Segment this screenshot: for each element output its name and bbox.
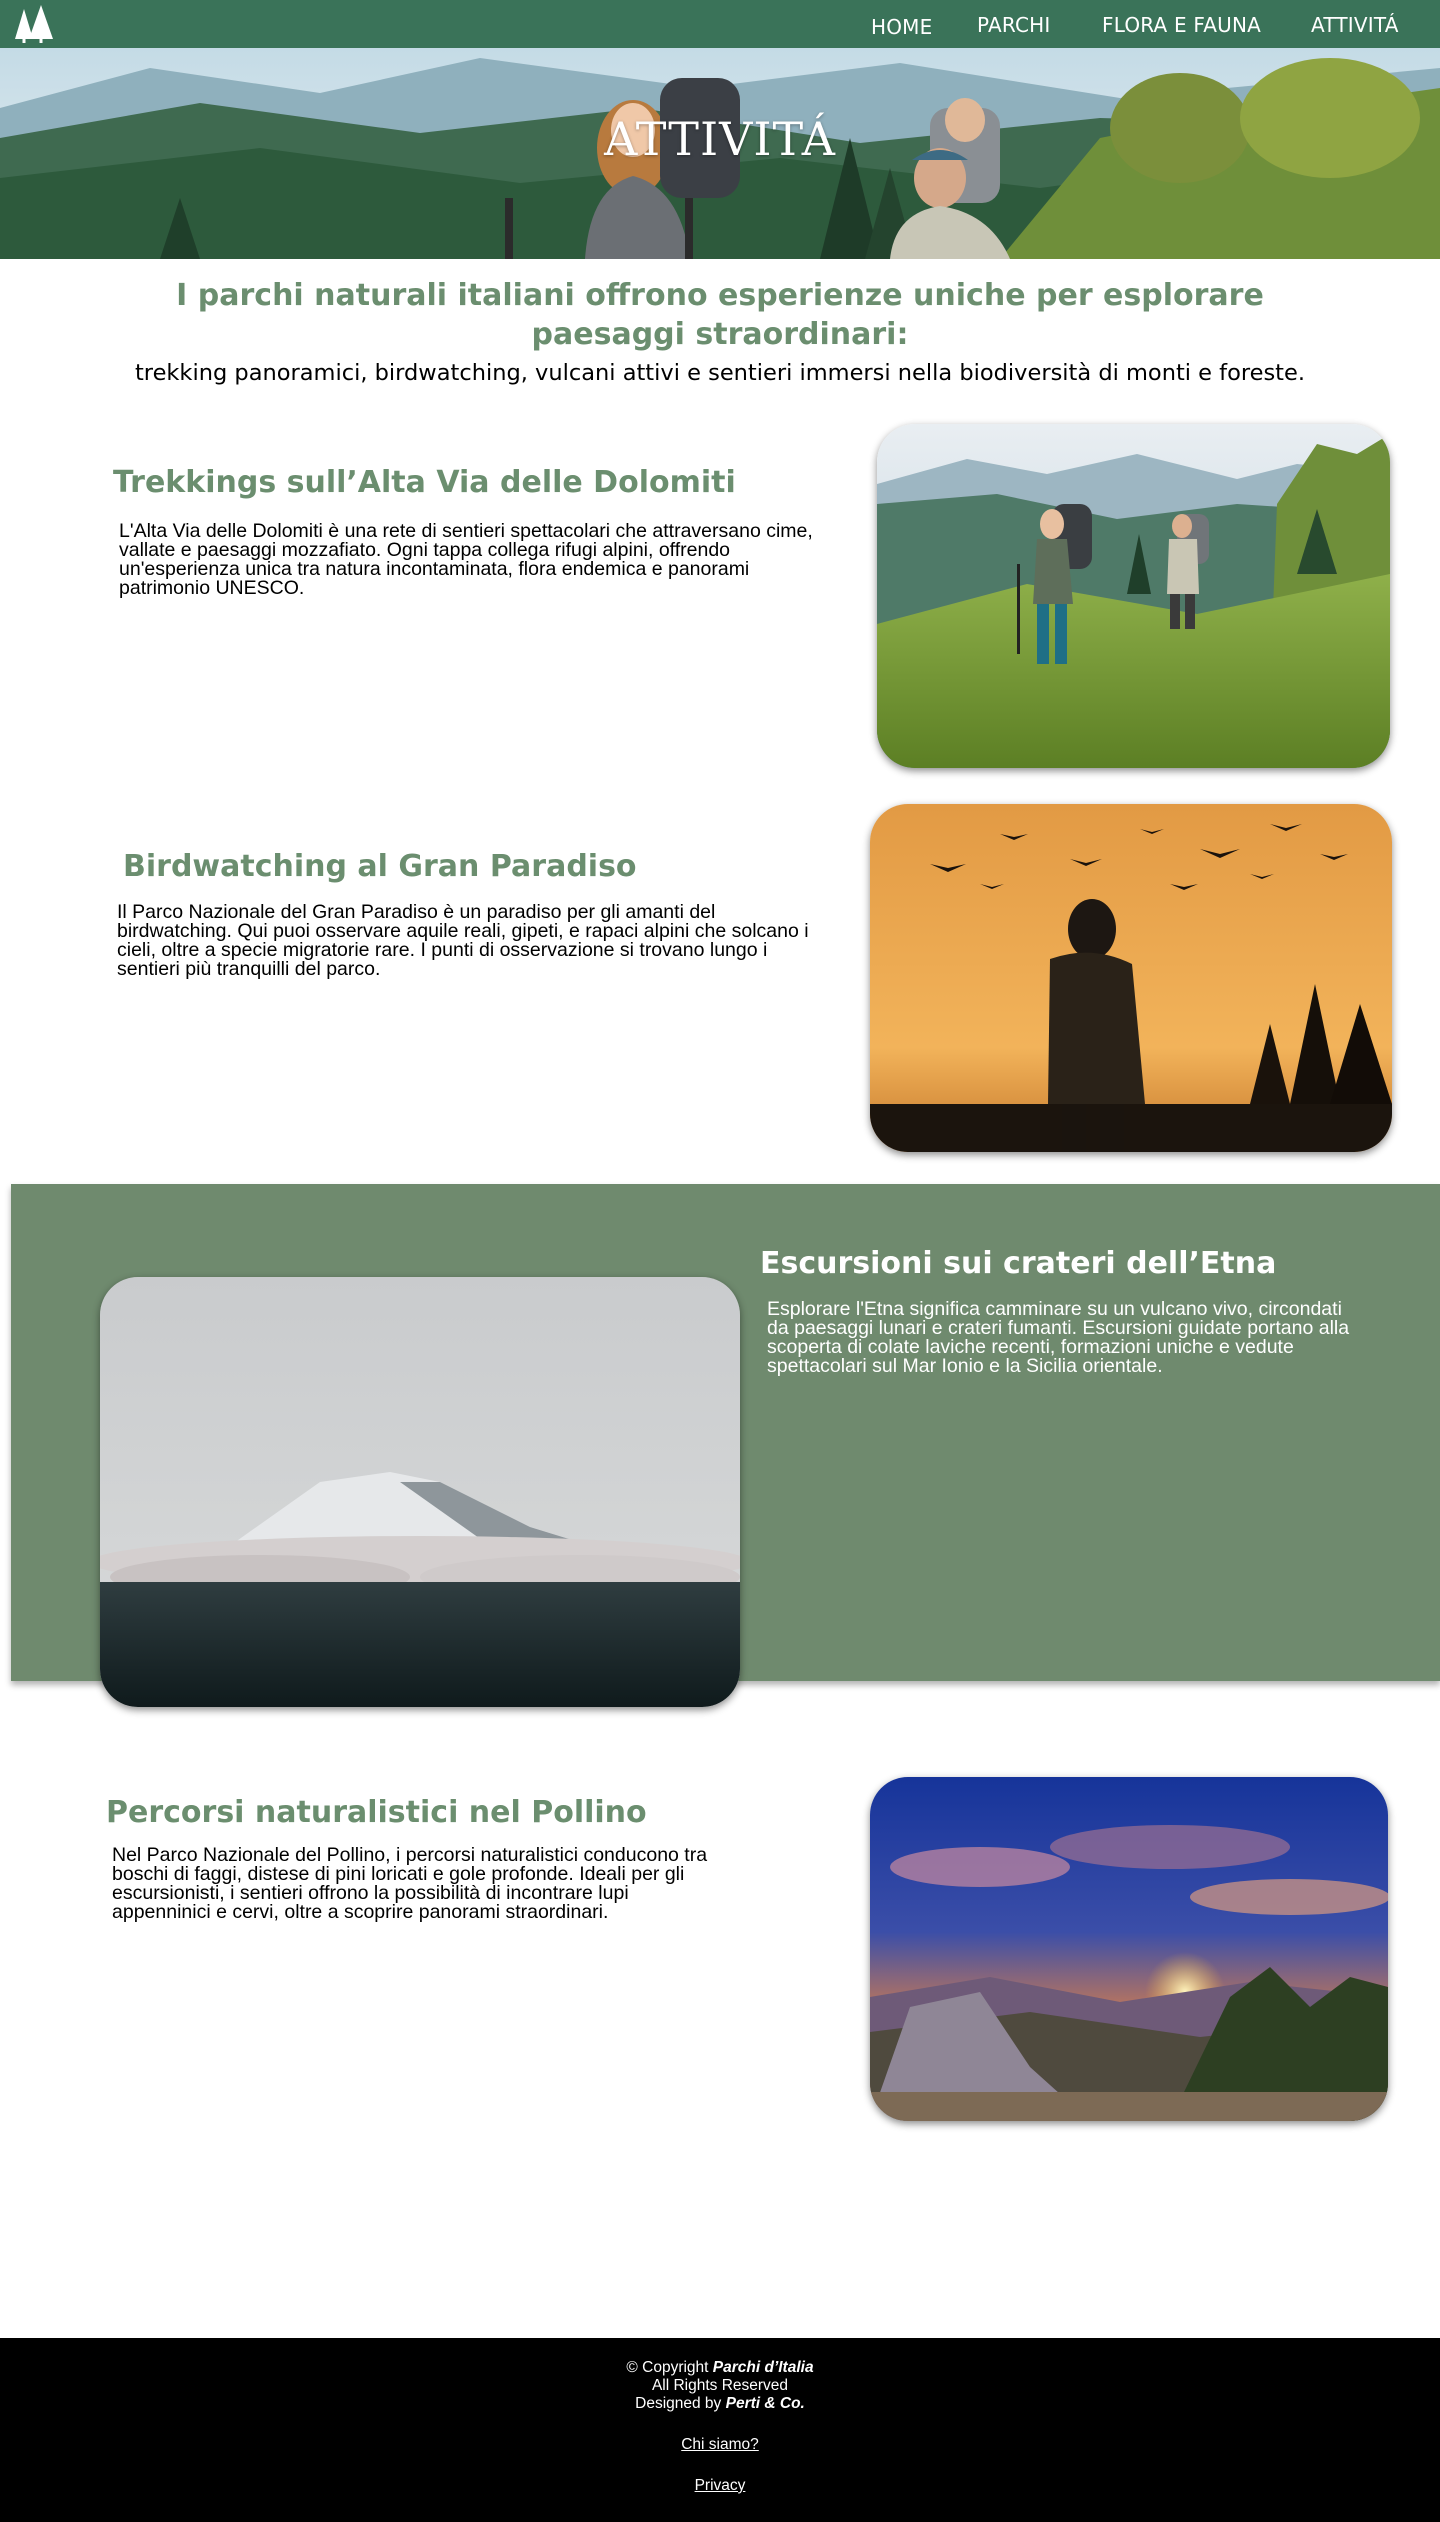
section-title-etna: Escursioni sui crateri dell’Etna	[760, 1246, 1277, 1281]
section-text-etna: Esplorare l'Etna significa camminare su …	[767, 1298, 1350, 1377]
pine-trees-icon[interactable]	[12, 3, 54, 45]
section-title-pollino: Percorsi naturalistici nel Pollino	[106, 1795, 647, 1830]
section-title-trekking: Trekkings sull’Alta Via delle Dolomiti	[113, 465, 736, 500]
footer-designed-by: Designed by Perti & Co.	[0, 2395, 1440, 2413]
designer-name: Perti & Co.	[725, 2395, 805, 2412]
etna-photo	[100, 1277, 740, 1707]
pollino-photo	[870, 1777, 1388, 2121]
footer: © Copyright Parchi d’Italia All Rights R…	[0, 2338, 1440, 2522]
trekking-photo	[877, 424, 1390, 768]
top-navbar: HOME PARCHI FLORA E FAUNA ATTIVITÁ	[0, 0, 1440, 48]
intro-subheading: trekking panoramici, birdwatching, vulca…	[134, 360, 1305, 386]
footer-rights: All Rights Reserved	[651, 2377, 789, 2394]
footer-link-chi-siamo[interactable]: Chi siamo?	[681, 2436, 759, 2453]
copyright-brand: Parchi d’Italia	[712, 2359, 814, 2376]
birdwatching-photo	[870, 804, 1392, 1152]
section-text-pollino: Nel Parco Nazionale del Pollino, i perco…	[112, 1844, 708, 1923]
hero-title: ATTIVITÁ	[604, 112, 836, 166]
footer-copyright: © Copyright Parchi d’Italia	[0, 2359, 1440, 2377]
section-text-trekking: L'Alta Via delle Dolomiti è una rete di …	[119, 520, 813, 599]
intro-heading: I parchi naturali italiani offrono esper…	[176, 278, 1264, 352]
section-text-birdwatching: Il Parco Nazionale del Gran Paradiso è u…	[117, 901, 809, 980]
nav-home[interactable]: HOME	[871, 15, 932, 39]
nav-attivita[interactable]: ATTIVITÁ	[1311, 13, 1399, 37]
nav-flora-e-fauna[interactable]: FLORA E FAUNA	[1102, 13, 1261, 37]
hero-banner: ATTIVITÁ	[0, 48, 1440, 259]
nav-parchi[interactable]: PARCHI	[977, 13, 1050, 37]
copyright-prefix: © Copyright	[626, 2359, 713, 2376]
footer-link-privacy[interactable]: Privacy	[695, 2477, 746, 2494]
designed-prefix: Designed by	[635, 2395, 726, 2412]
section-title-birdwatching: Birdwatching al Gran Paradiso	[123, 849, 637, 884]
